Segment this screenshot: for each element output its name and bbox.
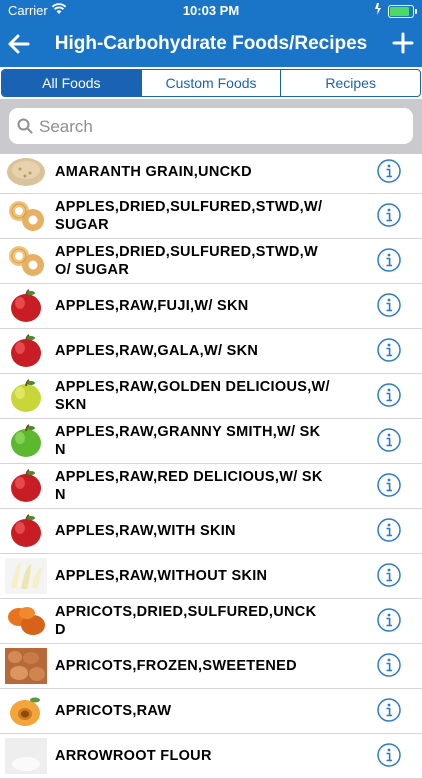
battery-icon (388, 5, 417, 18)
list-item[interactable]: APPLES,RAW,RED DELICIOUS,W/ SKN (0, 464, 422, 509)
navigation-bar: High-Carbohydrate Foods/Recipes (0, 22, 422, 67)
segment-area: All Foods Custom Foods Recipes (0, 67, 422, 99)
info-icon[interactable] (377, 518, 401, 542)
list-item[interactable]: APRICOTS,RAW (0, 689, 422, 734)
list-item[interactable]: ARROWROOT FLOUR (0, 734, 422, 779)
list-item[interactable]: APPLES,RAW,WITH SKIN (0, 509, 422, 554)
info-icon[interactable] (377, 473, 401, 497)
dried-apple-icon (5, 198, 47, 234)
food-name: APPLES,RAW,GALA,W/ SKN (55, 343, 259, 359)
info-icon[interactable] (377, 743, 401, 767)
food-name: APPLES,RAW,FUJI,W/ SKN (55, 298, 249, 314)
add-icon[interactable] (392, 31, 414, 55)
info-icon[interactable] (377, 383, 401, 407)
info-icon[interactable] (377, 563, 401, 587)
food-name: APPLES,RAW,WITH SKIN (55, 523, 236, 539)
food-name: APPLES,DRIED,SULFURED,STWD,W/ SUGAR (55, 199, 323, 233)
list-item[interactable]: APPLES,RAW,WITHOUT SKIN (0, 554, 422, 599)
dried-apricot-icon (5, 603, 47, 639)
food-list: AMARANTH GRAIN,UNCKD APPLES,DRIED,SULFURE… (0, 154, 422, 779)
segmented-control: All Foods Custom Foods Recipes (1, 69, 421, 97)
list-item[interactable]: AMARANTH GRAIN,UNCKD (0, 154, 422, 194)
tab-custom-foods[interactable]: Custom Foods (140, 70, 281, 96)
red-apple-icon (5, 468, 47, 504)
apple-slices-icon (5, 558, 47, 594)
dried-apple-icon (5, 243, 47, 279)
search-bar (0, 99, 422, 154)
tab-recipes[interactable]: Recipes (280, 70, 420, 96)
grain-icon (5, 154, 47, 190)
food-name: APRICOTS,RAW (55, 703, 172, 719)
info-icon[interactable] (377, 698, 401, 722)
red-apple-icon (5, 513, 47, 549)
list-item[interactable]: APRICOTS,FROZEN,SWEETENED (0, 644, 422, 689)
charging-icon (374, 3, 382, 18)
food-name: APPLES,RAW,GRANNY SMITH,W/ SKN (55, 424, 321, 458)
apricot-icon (5, 693, 47, 729)
red-apple-icon (5, 288, 47, 324)
food-name: APRICOTS,DRIED,SULFURED,UNCK D (55, 604, 317, 638)
food-name: APPLES,RAW,WITHOUT SKIN (55, 568, 268, 584)
food-name: APPLES,RAW,GOLDEN DELICIOUS,W/ SKN (55, 379, 330, 413)
food-name: AMARANTH GRAIN,UNCKD (55, 164, 252, 180)
info-icon[interactable] (377, 608, 401, 632)
search-icon (17, 118, 33, 134)
list-item[interactable]: APPLES,RAW,GOLDEN DELICIOUS,W/ SKN (0, 374, 422, 419)
food-name: APPLES,DRIED,SULFURED,STWD,W O/ SUGAR (55, 244, 318, 278)
status-time: 10:03 PM (182, 3, 240, 18)
info-icon[interactable] (377, 338, 401, 362)
flour-icon (5, 738, 47, 774)
list-item[interactable]: APPLES,RAW,GRANNY SMITH,W/ SKN (0, 419, 422, 464)
info-icon[interactable] (377, 159, 401, 183)
tab-all-foods[interactable]: All Foods (2, 70, 141, 96)
list-item[interactable]: APPLES,RAW,FUJI,W/ SKN (0, 284, 422, 329)
info-icon[interactable] (377, 203, 401, 227)
list-item[interactable]: APRICOTS,DRIED,SULFURED,UNCK D (0, 599, 422, 644)
search-field[interactable] (9, 108, 413, 144)
food-name: APRICOTS,FROZEN,SWEETENED (55, 658, 297, 674)
search-input[interactable] (37, 113, 401, 141)
page-title: High-Carbohydrate Foods/Recipes (54, 33, 368, 54)
list-item[interactable]: APPLES,RAW,GALA,W/ SKN (0, 329, 422, 374)
green-apple-icon (5, 423, 47, 459)
info-icon[interactable] (377, 293, 401, 317)
food-name: APPLES,RAW,RED DELICIOUS,W/ SKN (55, 469, 323, 503)
list-item[interactable]: APPLES,DRIED,SULFURED,STWD,W/ SUGAR (0, 194, 422, 239)
status-bar: Carrier 10:03 PM (0, 0, 422, 22)
info-icon[interactable] (377, 428, 401, 452)
food-name: ARROWROOT FLOUR (55, 748, 212, 764)
red-apple-icon (5, 333, 47, 369)
list-item[interactable]: APPLES,DRIED,SULFURED,STWD,W O/ SUGAR (0, 239, 422, 284)
info-icon[interactable] (377, 653, 401, 677)
info-icon[interactable] (377, 248, 401, 272)
yellow-apple-icon (5, 378, 47, 414)
frozen-apricot-icon (5, 648, 47, 684)
